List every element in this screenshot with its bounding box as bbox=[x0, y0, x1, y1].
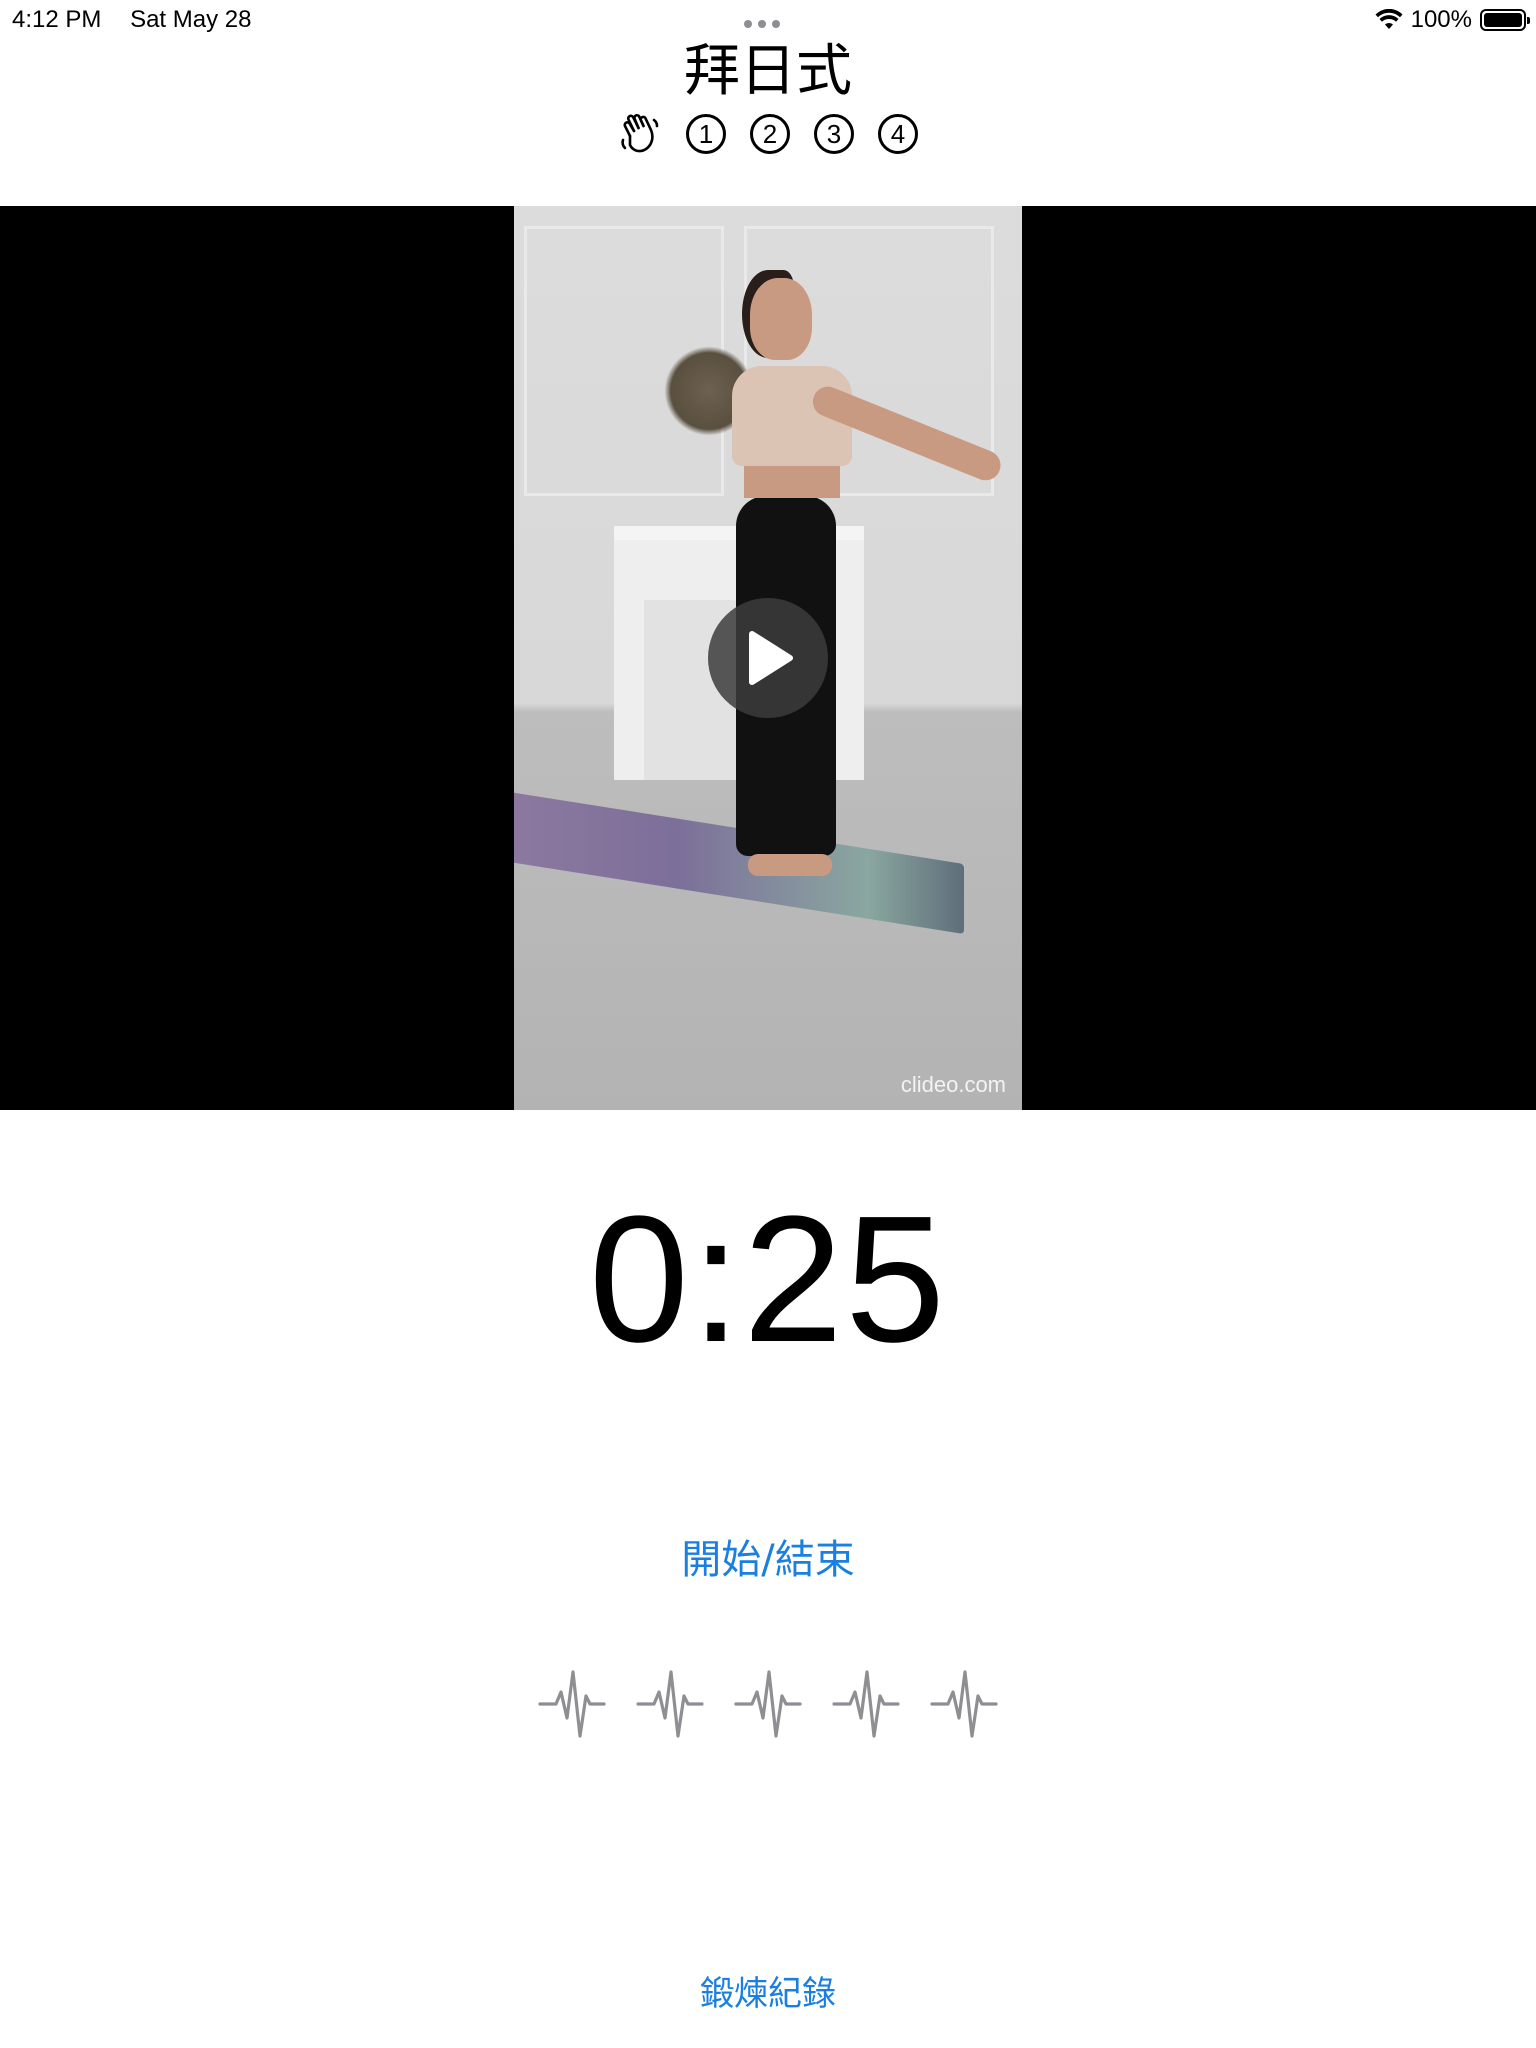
workout-history-button[interactable]: 鍛煉紀錄 bbox=[618, 1966, 918, 2022]
step-4-button[interactable]: 4 bbox=[878, 114, 918, 154]
step-4-label: 4 bbox=[890, 119, 906, 149]
step-2-label: 2 bbox=[762, 119, 778, 149]
page-title: 拜日式 bbox=[684, 39, 852, 104]
play-icon bbox=[749, 631, 793, 685]
battery-icon bbox=[1480, 9, 1530, 31]
step-3-button[interactable]: 3 bbox=[814, 114, 854, 154]
status-bar-right: 100% bbox=[1375, 4, 1530, 36]
status-time: 4:12 PM bbox=[12, 6, 102, 33]
step-3-label: 3 bbox=[826, 119, 842, 149]
wifi-icon bbox=[1375, 9, 1403, 29]
multitasking-handle[interactable] bbox=[744, 20, 780, 28]
status-bar-left: 4:12 PM Sat May 28 bbox=[12, 4, 273, 36]
battery-percentage: 100% bbox=[1410, 6, 1472, 33]
step-2-button[interactable]: 2 bbox=[750, 114, 790, 154]
waveform-path-ecg-icon bbox=[930, 1670, 998, 1738]
waving-hand-icon[interactable] bbox=[618, 112, 662, 156]
waveform-path-ecg-icon bbox=[538, 1670, 606, 1738]
step-1-label: 1 bbox=[698, 119, 714, 149]
status-date: Sat May 28 bbox=[130, 6, 252, 33]
waveform-path-ecg-icon bbox=[734, 1670, 802, 1738]
workout-screen: 4:12 PM Sat May 28 100% 拜日式 1 2 3 4 clid… bbox=[0, 0, 1536, 2048]
step-selector: 1 2 3 4 bbox=[0, 110, 1536, 158]
video-player[interactable]: clideo.com bbox=[0, 206, 1536, 1110]
waveform-path-ecg-icon bbox=[832, 1670, 900, 1738]
start-stop-button[interactable]: 開始/結束 bbox=[618, 1528, 918, 1592]
step-1-button[interactable]: 1 bbox=[686, 114, 726, 154]
heartbeat-row bbox=[0, 1668, 1536, 1740]
timer-display: 0:25 bbox=[588, 1179, 948, 1380]
video-watermark: clideo.com bbox=[900, 1072, 1006, 1097]
play-button[interactable] bbox=[708, 598, 828, 718]
waveform-path-ecg-icon bbox=[636, 1670, 704, 1738]
